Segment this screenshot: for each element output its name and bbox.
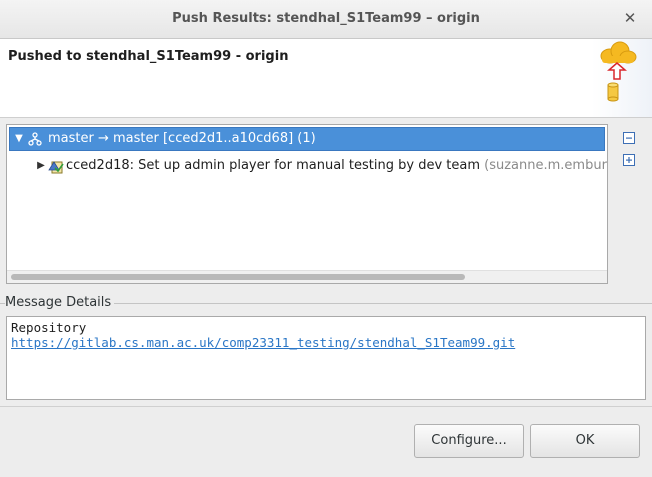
collapse-all-icon[interactable] — [622, 131, 636, 145]
message-details-text[interactable]: Repository https://gitlab.cs.man.ac.uk/c… — [6, 316, 646, 400]
collapse-arrow-icon[interactable]: ▼ — [13, 127, 25, 151]
commit-icon — [48, 161, 64, 174]
header-title: Pushed to stendhal_S1Team99 - origin — [8, 49, 289, 64]
horizontal-scrollbar[interactable] — [7, 270, 607, 283]
window-title: Push Results: stendhal_S1Team99 – origin — [172, 11, 480, 26]
push-results-tree[interactable]: ▼ master → master [cced2d1..a10cd68] (1)… — [6, 124, 608, 284]
message-details-label: Message Details — [5, 295, 115, 310]
repository-label: Repository — [11, 320, 87, 335]
commit-label: cced2d18: Set up admin player for manual… — [66, 154, 608, 178]
repository-link[interactable]: https://gitlab.cs.man.ac.uk/comp23311_te… — [11, 335, 515, 350]
scrollbar-thumb[interactable] — [11, 274, 465, 280]
push-results-dialog: Push Results: stendhal_S1Team99 – origin… — [0, 0, 652, 477]
tree-row-commit[interactable]: ▶ cced2d18: Set up admin player for manu… — [9, 154, 608, 178]
expand-all-icon[interactable] — [622, 153, 636, 167]
commit-message: cced2d18: Set up admin player for manual… — [66, 158, 485, 173]
cloud-push-icon — [592, 39, 652, 117]
commit-author: (suzanne.m.embury — [484, 158, 608, 173]
configure-button[interactable]: Configure... — [414, 424, 524, 458]
branch-update-label: master → master [cced2d1..a10cd68] (1) — [48, 131, 316, 146]
expand-arrow-icon[interactable]: ▶ — [35, 154, 47, 178]
footer-divider — [0, 406, 652, 407]
configure-button-label: Configure... — [431, 433, 507, 448]
ok-button[interactable]: OK — [530, 424, 640, 458]
tree-row-branch[interactable]: ▼ master → master [cced2d1..a10cd68] (1) — [9, 127, 605, 151]
branch-icon — [28, 132, 42, 146]
close-icon[interactable]: ✕ — [622, 9, 638, 27]
dialog-header: Pushed to stendhal_S1Team99 - origin — [0, 39, 652, 118]
title-bar[interactable]: Push Results: stendhal_S1Team99 – origin… — [0, 0, 652, 39]
